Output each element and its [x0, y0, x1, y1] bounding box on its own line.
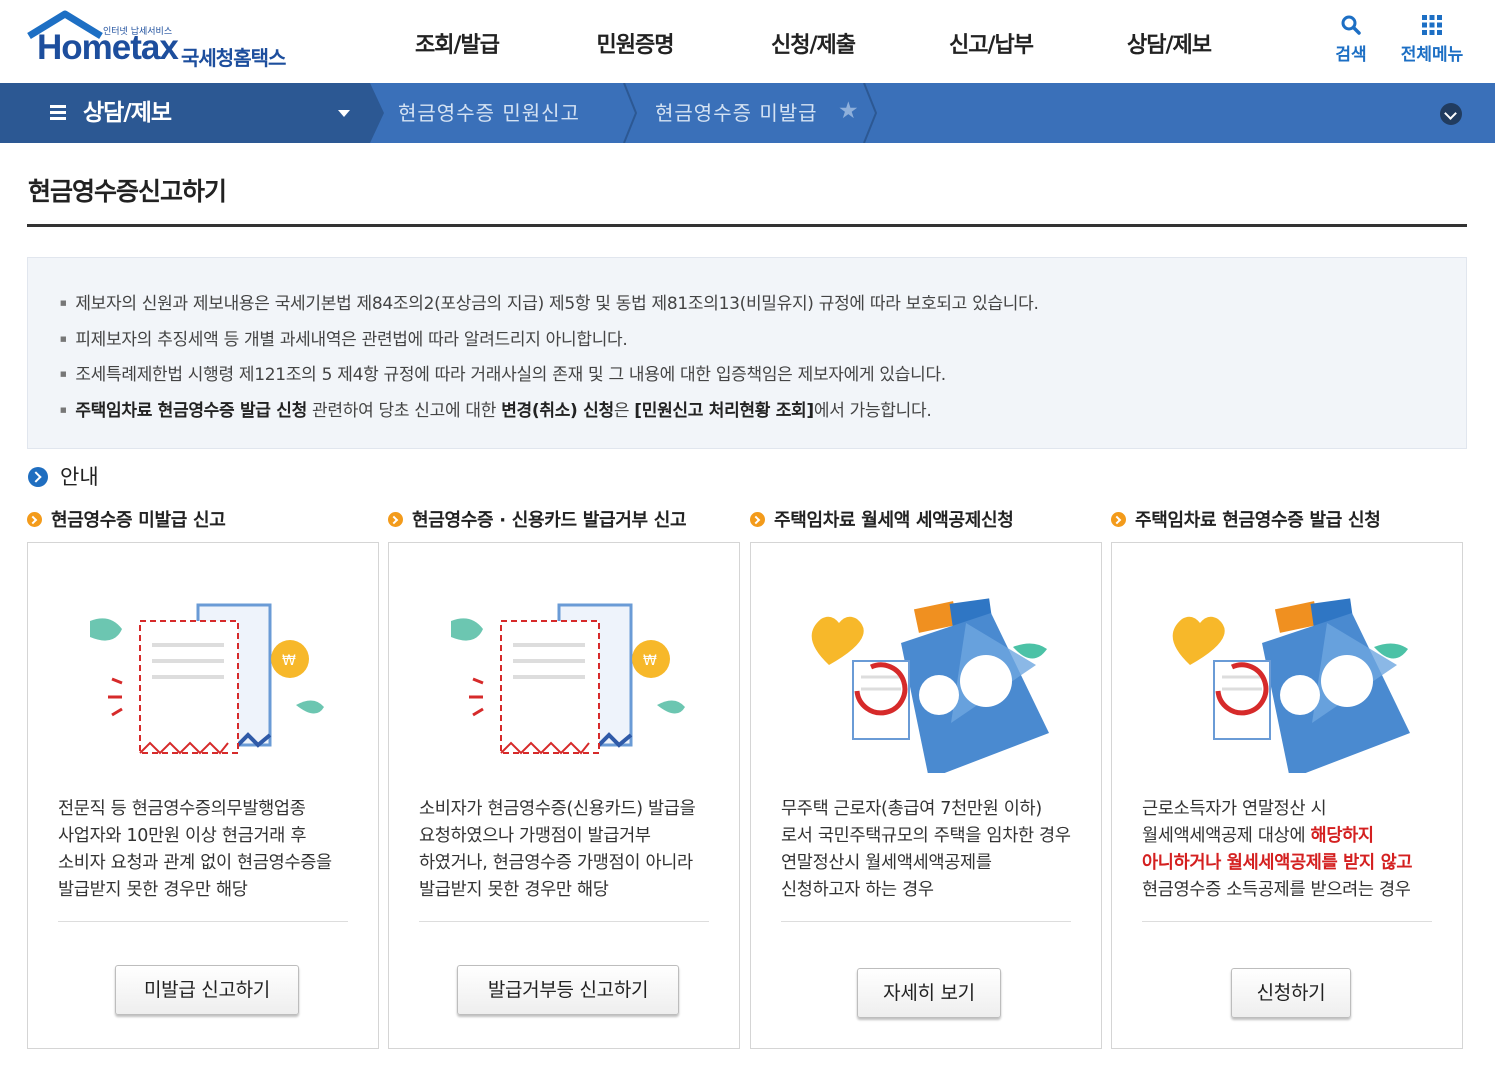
page-title: 현금영수증신고하기 [28, 177, 227, 206]
chevron-down-icon [338, 110, 350, 117]
global-nav: 조회/발급 민원증명 신청/제출 신고/납부 상담/제보 [368, 0, 1258, 83]
notice-item: 피제보자의 추징세액 등 개별 과세내역은 관련법에 따라 알려드리지 아니합니… [60, 322, 1039, 358]
rent-illustration [1172, 598, 1410, 773]
notice-item: 제보자의 신원과 제보내용은 국세기본법 제84조의2(포상금의 지급) 제5항… [60, 286, 1039, 322]
arrow-circle-icon [27, 512, 42, 527]
hamburger-icon [50, 105, 66, 108]
notice-item: 조세특례제한법 시행령 제121조의 5 제4항 규정에 따라 거래사실의 존재… [60, 357, 1039, 393]
card-title-text: 현금영수증 · 신용카드 발급거부 신고 [412, 510, 687, 531]
location-menu-dropdown[interactable]: 상담/제보 [0, 83, 370, 143]
apply-button[interactable]: 신청하기 [1231, 968, 1351, 1018]
breadcrumb-separator [370, 83, 384, 143]
card-divider [419, 921, 709, 922]
location-title: 상담/제보 [83, 100, 172, 126]
notice-box: 제보자의 신원과 제보내용은 국세기본법 제84조의2(포상금의 지급) 제5항… [27, 257, 1467, 449]
card-description: 무주택 근로자(총급여 7천만원 이하)로서 국민주택규모의 주택을 임차한 경… [781, 799, 1071, 900]
search-label: 검색 [1335, 45, 1367, 65]
card-divider [58, 921, 348, 922]
arrow-circle-icon [28, 467, 48, 487]
expand-circle-icon[interactable] [1440, 103, 1462, 125]
arrow-circle-icon [1111, 512, 1126, 527]
svg-text:₩: ₩ [643, 653, 657, 669]
gnb-item-inquiry[interactable]: 조회/발급 [368, 0, 546, 83]
breadcrumb-item-receipt-report[interactable]: 현금영수증 민원신고 [398, 83, 580, 143]
logo-text: Hometax [37, 28, 179, 67]
notice-text: 은 [613, 400, 635, 421]
all-menu-button[interactable]: 전체메뉴 [1392, 14, 1472, 65]
receipt-illustration: ₩ [90, 603, 324, 755]
card-title: 주택임차료 현금영수증 발급 신청 [1111, 506, 1381, 532]
breadcrumb-separator [623, 83, 638, 143]
card-title-text: 주택임차료 월세액 세액공제신청 [774, 510, 1014, 531]
card-description-text: 현금영수증 소득공제를 받으려는 경우 [1142, 880, 1411, 900]
search-icon [1328, 14, 1374, 38]
guide-heading-text: 안내 [60, 465, 99, 489]
card-title: 현금영수증 미발급 신고 [27, 506, 226, 532]
card-non-issuance: ₩ 전문직 등 현금영수증의무발행업종 사업자와 10만원 이상 현금거래 후 … [27, 542, 379, 1049]
card-description: 근로소득자가 연말정산 시 월세액세액공제 대상에 해당하지 아니하거나 월세세… [1142, 796, 1434, 904]
receipt-illustration: ₩ [451, 603, 685, 755]
notice-bold: [민원신고 처리현황 조회] [634, 400, 814, 421]
card-description-text: 근로소득자가 연말정산 시 월세액세액공제 대상에 [1142, 799, 1327, 846]
card-divider [1142, 921, 1432, 922]
notice-text: 에서 가능합니다. [813, 400, 932, 421]
arrow-circle-icon [750, 512, 765, 527]
notice-bold: 변경(취소) 신청 [501, 400, 614, 421]
issuance-refusal-report-button[interactable]: 발급거부등 신고하기 [457, 965, 679, 1015]
card-title: 주택임차료 월세액 세액공제신청 [750, 506, 1014, 532]
header: 인터넷 납세서비스 Hometax 국세청홈택스 조회/발급 민원증명 신청/제… [0, 0, 1495, 83]
guide-heading: 안내 [28, 461, 99, 491]
star-icon[interactable]: ★ [838, 98, 859, 124]
card-divider [781, 921, 1071, 922]
card-rent-receipt-apply: 근로소득자가 연말정산 시 월세액세액공제 대상에 해당하지 아니하거나 월세세… [1111, 542, 1463, 1049]
card-title-text: 현금영수증 미발급 신고 [51, 510, 226, 531]
breadcrumb-separator [863, 83, 878, 143]
notice-text: 제보자의 신원과 제보내용은 국세기본법 제84조의2(포상금의 지급) 제5항… [75, 294, 1039, 314]
svg-text:₩: ₩ [282, 653, 296, 669]
logo-korean: 국세청홈택스 [181, 46, 286, 70]
gnb-item-apply[interactable]: 신청/제출 [724, 0, 902, 83]
notice-text: 조세특례제한법 시행령 제121조의 5 제4항 규정에 따라 거래사실의 존재… [75, 365, 946, 385]
all-menu-label: 전체메뉴 [1400, 45, 1464, 65]
details-button[interactable]: 자세히 보기 [857, 968, 1001, 1018]
card-title-text: 주택임차료 현금영수증 발급 신청 [1135, 510, 1381, 531]
card-rent-tax-credit: 무주택 근로자(총급여 7천만원 이하)로서 국민주택규모의 주택을 임차한 경… [750, 542, 1102, 1049]
grid-menu-icon [1392, 14, 1472, 38]
arrow-circle-icon [388, 512, 403, 527]
location-bar: 상담/제보 현금영수증 민원신고 현금영수증 미발급 ★ [0, 83, 1495, 143]
non-issuance-report-button[interactable]: 미발급 신고하기 [115, 965, 299, 1015]
notice-text: 관련하여 당초 신고에 대한 [306, 400, 502, 421]
notice-bold: 주택임차료 현금영수증 발급 신청 [75, 400, 307, 421]
gnb-item-certificate[interactable]: 민원증명 [546, 0, 724, 83]
search-button[interactable]: 검색 [1328, 14, 1374, 65]
gnb-item-report-pay[interactable]: 신고/납부 [902, 0, 1080, 83]
card-description: 전문직 등 현금영수증의무발행업종 사업자와 10만원 이상 현금거래 후 소비… [58, 799, 332, 900]
card-title: 현금영수증 · 신용카드 발급거부 신고 [388, 506, 687, 532]
rent-illustration [811, 598, 1049, 773]
breadcrumb-item-non-issuance[interactable]: 현금영수증 미발급 [655, 83, 818, 143]
card-description: 소비자가 현금영수증(신용카드) 발급을 요청하였으나 가맹점이 발급거부 하였… [419, 799, 696, 900]
hometax-logo[interactable]: 인터넷 납세서비스 Hometax 국세청홈택스 [25, 10, 305, 74]
notice-item: 주택임차료 현금영수증 발급 신청 관련하여 당초 신고에 대한 변경(취소) … [60, 393, 1039, 429]
title-divider [27, 224, 1467, 227]
card-issuance-refusal: ₩ 소비자가 현금영수증(신용카드) 발급을 요청하였으나 가맹점이 발급거부 … [388, 542, 740, 1049]
gnb-item-consult[interactable]: 상담/제보 [1080, 0, 1258, 83]
notice-text: 피제보자의 추징세액 등 개별 과세내역은 관련법에 따라 알려드리지 아니합니… [75, 329, 628, 350]
